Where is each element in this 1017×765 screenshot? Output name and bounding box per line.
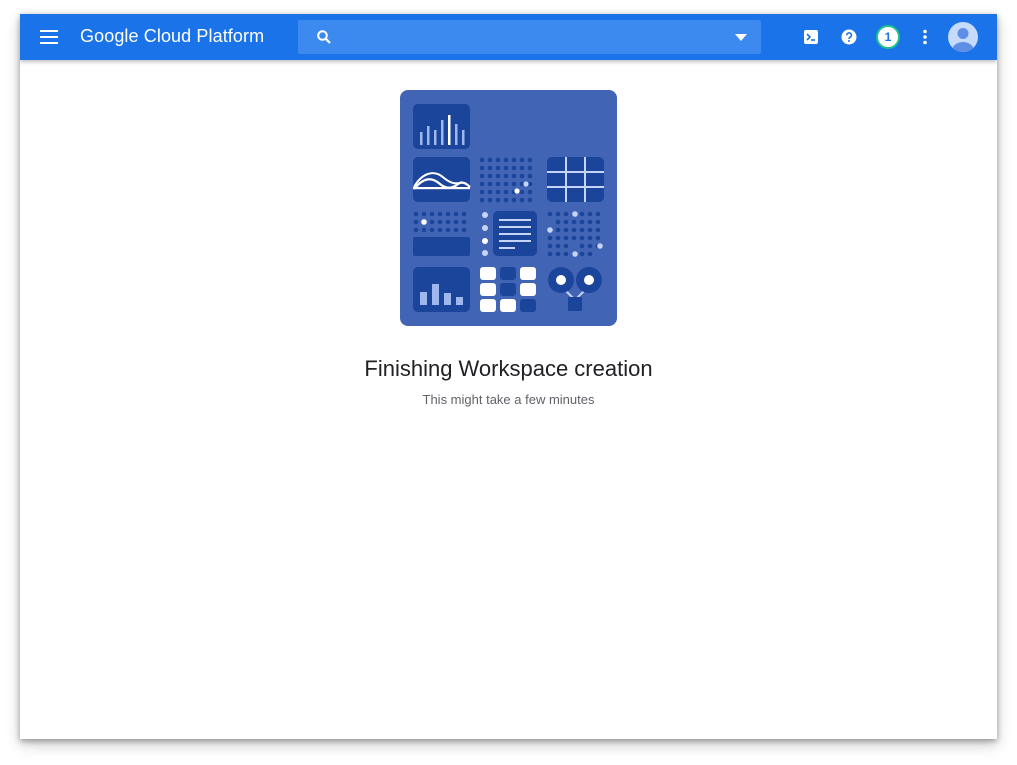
notification-badge[interactable]: 1: [876, 25, 900, 49]
bar-chart-tile: [413, 267, 470, 312]
app-window: Google Cloud Platform 1 Finishing Worksp…: [20, 14, 997, 739]
page-subtitle: This might take a few minutes: [422, 392, 595, 407]
histogram-tile: [413, 104, 470, 149]
account-avatar[interactable]: [947, 21, 979, 53]
brand-title[interactable]: Google Cloud Platform: [80, 26, 264, 47]
top-bar: Google Cloud Platform 1: [20, 14, 997, 60]
workspace-illustration: [400, 90, 617, 326]
more-vert-icon[interactable]: [913, 25, 937, 49]
search-input[interactable]: [344, 20, 718, 56]
page-title: Finishing Workspace creation: [364, 356, 653, 381]
dropdown-arrow-icon[interactable]: [735, 34, 747, 42]
help-icon[interactable]: [837, 25, 861, 49]
blocks-tile: [480, 267, 536, 312]
menu-icon[interactable]: [38, 26, 62, 48]
search-bar[interactable]: [298, 20, 761, 56]
wave-tile: [413, 157, 471, 202]
cloud-shell-icon[interactable]: [799, 25, 823, 49]
search-icon: [317, 30, 331, 44]
grid-tile: [547, 157, 604, 202]
